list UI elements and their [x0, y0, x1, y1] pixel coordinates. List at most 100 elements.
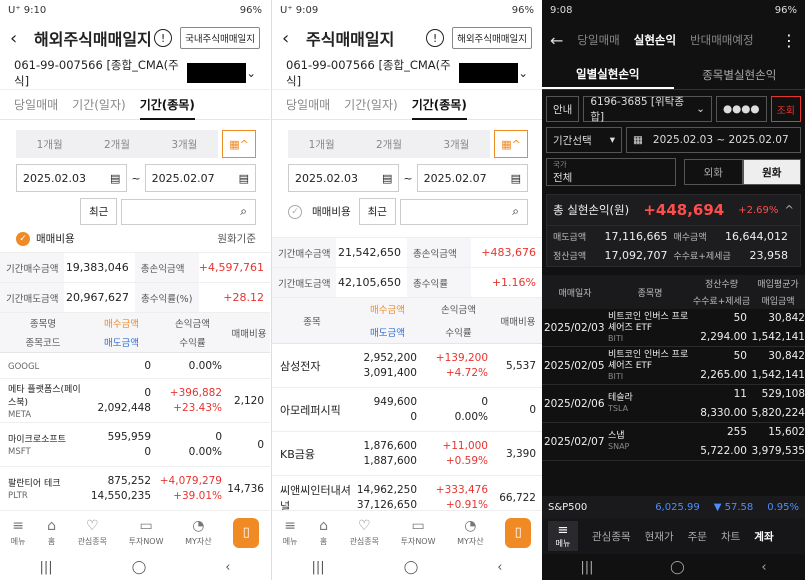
pl-amount: +4,079,279 [159, 475, 222, 487]
tab-realized-pl[interactable]: 실현손익 [634, 32, 676, 48]
date-to-field[interactable]: 2025.02.07 ▤ [144, 164, 256, 192]
nav-menu[interactable]: ≡ 메뉴 [11, 518, 26, 547]
nav-home[interactable]: ⌂ 홈 [47, 518, 56, 547]
nav-watchlist[interactable]: 관심종목 [592, 529, 631, 544]
tab-period-stock[interactable]: 기간(종목) [139, 96, 195, 120]
domestic-journal-button[interactable]: 국내주식매매일지 [180, 27, 260, 49]
nav-invest-now[interactable]: ▭ 투자NOW [129, 518, 164, 547]
table-row[interactable]: KB금융 1,876,600 1,887,600 +11,000 +0.59% 3,… [272, 432, 542, 476]
nav-order[interactable]: 주문 [688, 529, 707, 544]
back-arrow-icon[interactable]: ‹ [282, 28, 306, 49]
password-field[interactable]: ●●●● [715, 96, 767, 122]
checkbox-checked-icon[interactable]: ✓ [16, 231, 30, 246]
table-row[interactable]: 2025/02/05 비트코인 인버스 프로셰어즈 ETF BITI 50 2,26… [542, 347, 805, 385]
info-icon[interactable]: ! [154, 29, 173, 47]
quick-trade-icon[interactable]: ▯ [505, 517, 532, 548]
krw-option[interactable]: 원화 [742, 159, 801, 185]
table-row[interactable]: 삼성전자 2,952,200 3,091,400 +139,200 +4.72% 5… [272, 344, 542, 388]
period-2m[interactable]: 2개월 [104, 137, 130, 152]
period-3m[interactable]: 3개월 [443, 137, 469, 152]
tab-period-stock[interactable]: 기간(종목) [411, 96, 467, 120]
nav-account[interactable]: 계좌 [754, 529, 773, 544]
nav-watchlist[interactable]: ♡ 관심종목 [78, 518, 107, 547]
recents-icon[interactable]: ||| [40, 560, 53, 575]
info-icon[interactable]: ! [426, 29, 445, 47]
nav-menu[interactable]: ≡ 메뉴 [283, 518, 298, 547]
back-arrow-icon[interactable]: ‹ [10, 28, 34, 49]
calendar-toggle-icon[interactable]: ▦^ [494, 130, 528, 158]
pie-icon: ◔ [192, 518, 205, 534]
stock-name: KB금융 [280, 447, 315, 461]
period-select[interactable]: 기간선택 ▾ [546, 127, 622, 153]
home-circle-icon[interactable]: ◯ [404, 560, 419, 575]
table-row[interactable]: 2025/02/06 테슬라 TSLA 11 8,330.00 529,108 5,8… [542, 385, 805, 423]
nav-invest-now[interactable]: ▭ 투자NOW [401, 518, 436, 547]
tab-forced-sale[interactable]: 반대매매예정 [690, 32, 753, 48]
calendar-icon: ▤ [381, 171, 393, 185]
stock-search-input[interactable]: ⌕ [399, 198, 528, 225]
stock-code: BITI [608, 333, 624, 343]
back-icon[interactable]: ‹ [761, 560, 766, 575]
tab-daily-trades[interactable]: 당일매매 [577, 32, 619, 48]
tab-daily[interactable]: 당일매매 [14, 96, 58, 113]
nav-my-assets[interactable]: ◔ MY자산 [457, 518, 484, 547]
tab-daily-pl[interactable]: 일별실현손익 [542, 60, 674, 89]
tab-stock-pl[interactable]: 종목별실현손익 [674, 60, 805, 89]
fee: 5,722.00 [700, 444, 747, 457]
chevron-up-icon[interactable]: ^ [784, 203, 794, 217]
settle-amount-label: 정산금액 [553, 252, 587, 262]
nav-chart[interactable]: 차트 [721, 529, 740, 544]
recent-button[interactable]: 최근 [80, 198, 118, 225]
period-1m[interactable]: 1개월 [37, 137, 63, 152]
back-arrow-icon[interactable]: ← [550, 31, 563, 50]
date-from-field[interactable]: 2025.02.03 ▤ [16, 164, 128, 192]
date-to-field[interactable]: 2025.02.07 ▤ [416, 164, 528, 192]
recents-icon[interactable]: ||| [312, 560, 325, 575]
nav-watchlist[interactable]: ♡ 관심종목 [350, 518, 379, 547]
foreign-currency-option[interactable]: 외화 [684, 159, 743, 185]
home-circle-icon[interactable]: ◯ [670, 560, 685, 575]
table-row[interactable]: GOOGL 0 0.00% [0, 353, 270, 379]
home-circle-icon[interactable]: ◯ [132, 560, 147, 575]
tab-period-date[interactable]: 기간(일자) [72, 96, 126, 113]
calendar-toggle-icon[interactable]: ▦^ [222, 130, 256, 158]
more-icon[interactable]: ⋮ [781, 31, 797, 50]
tab-period-date[interactable]: 기간(일자) [344, 96, 398, 113]
index-ticker[interactable]: S&P500 6,025.99 ▼ 57.58 0.95% [542, 496, 805, 518]
tab-daily[interactable]: 당일매매 [286, 96, 330, 113]
stock-search-input[interactable]: ⌕ [121, 198, 256, 225]
checkbox-unchecked-icon[interactable]: ✓ [288, 204, 302, 219]
overseas-journal-button[interactable]: 해외주식매매일지 [452, 27, 532, 49]
table-row[interactable]: 2025/02/03 비트코인 인버스 프로셰어즈 ETF BITI 50 2,29… [542, 309, 805, 347]
table-row[interactable]: 마이크로소프트 MSFT 595,959 0 0 0.00% 0 [0, 423, 270, 467]
table-row[interactable]: 2025/02/07 스냅 SNAP 255 5,722.00 15,602 3,97… [542, 423, 805, 461]
recent-button[interactable]: 최근 [358, 198, 396, 225]
period-range-field[interactable]: ▦ 2025.02.03 ~ 2025.02.07 [626, 127, 801, 153]
country-select[interactable]: 국가 전체 [546, 158, 676, 186]
period-1m[interactable]: 1개월 [309, 137, 335, 152]
stock-code: GOOGL [8, 361, 40, 372]
guide-button[interactable]: 안내 [546, 96, 580, 122]
period-2m[interactable]: 2개월 [376, 137, 402, 152]
table-row[interactable]: 아모레퍼시픽 949,600 0 0 0.00% 0 [272, 388, 542, 432]
date-from-field[interactable]: 2025.02.03 ▤ [288, 164, 400, 192]
quick-trade-icon[interactable]: ▯ [233, 517, 260, 548]
nav-quote[interactable]: 현재가 [645, 529, 674, 544]
nav-my-assets[interactable]: ◔ MY자산 [185, 518, 212, 547]
back-icon[interactable]: ‹ [225, 560, 230, 575]
account-select[interactable]: 6196-3685 [위탁종합] ⌄ [583, 96, 712, 123]
table-row[interactable]: 메타 플랫폼스(페이스북) META 0 2,092,448 +396,882 +23… [0, 379, 270, 423]
nav-home[interactable]: ⌂ 홈 [319, 518, 328, 547]
account-selector[interactable]: 061-99-007566 [종합_CMA(주식] ⌄ [0, 56, 270, 90]
period-3m[interactable]: 3개월 [171, 137, 197, 152]
pl-amount: +139,200 [435, 352, 488, 364]
sell-amount: 1,887,600 [363, 455, 417, 467]
menu-button[interactable]: ≡ 메뉴 [548, 521, 578, 551]
recents-icon[interactable]: ||| [580, 560, 593, 575]
query-button[interactable]: 조회 [770, 96, 801, 122]
back-icon[interactable]: ‹ [497, 560, 502, 575]
account-selector[interactable]: 061-99-007566 [종합_CMA(주식] ⌄ [272, 56, 542, 90]
pl-total-label: 총손익금액 [407, 238, 471, 267]
table-row[interactable]: 팔란티어 테크 PLTR 875,252 14,550,235 +4,079,279… [0, 467, 270, 511]
col-fee: 매매비용 [231, 328, 267, 340]
